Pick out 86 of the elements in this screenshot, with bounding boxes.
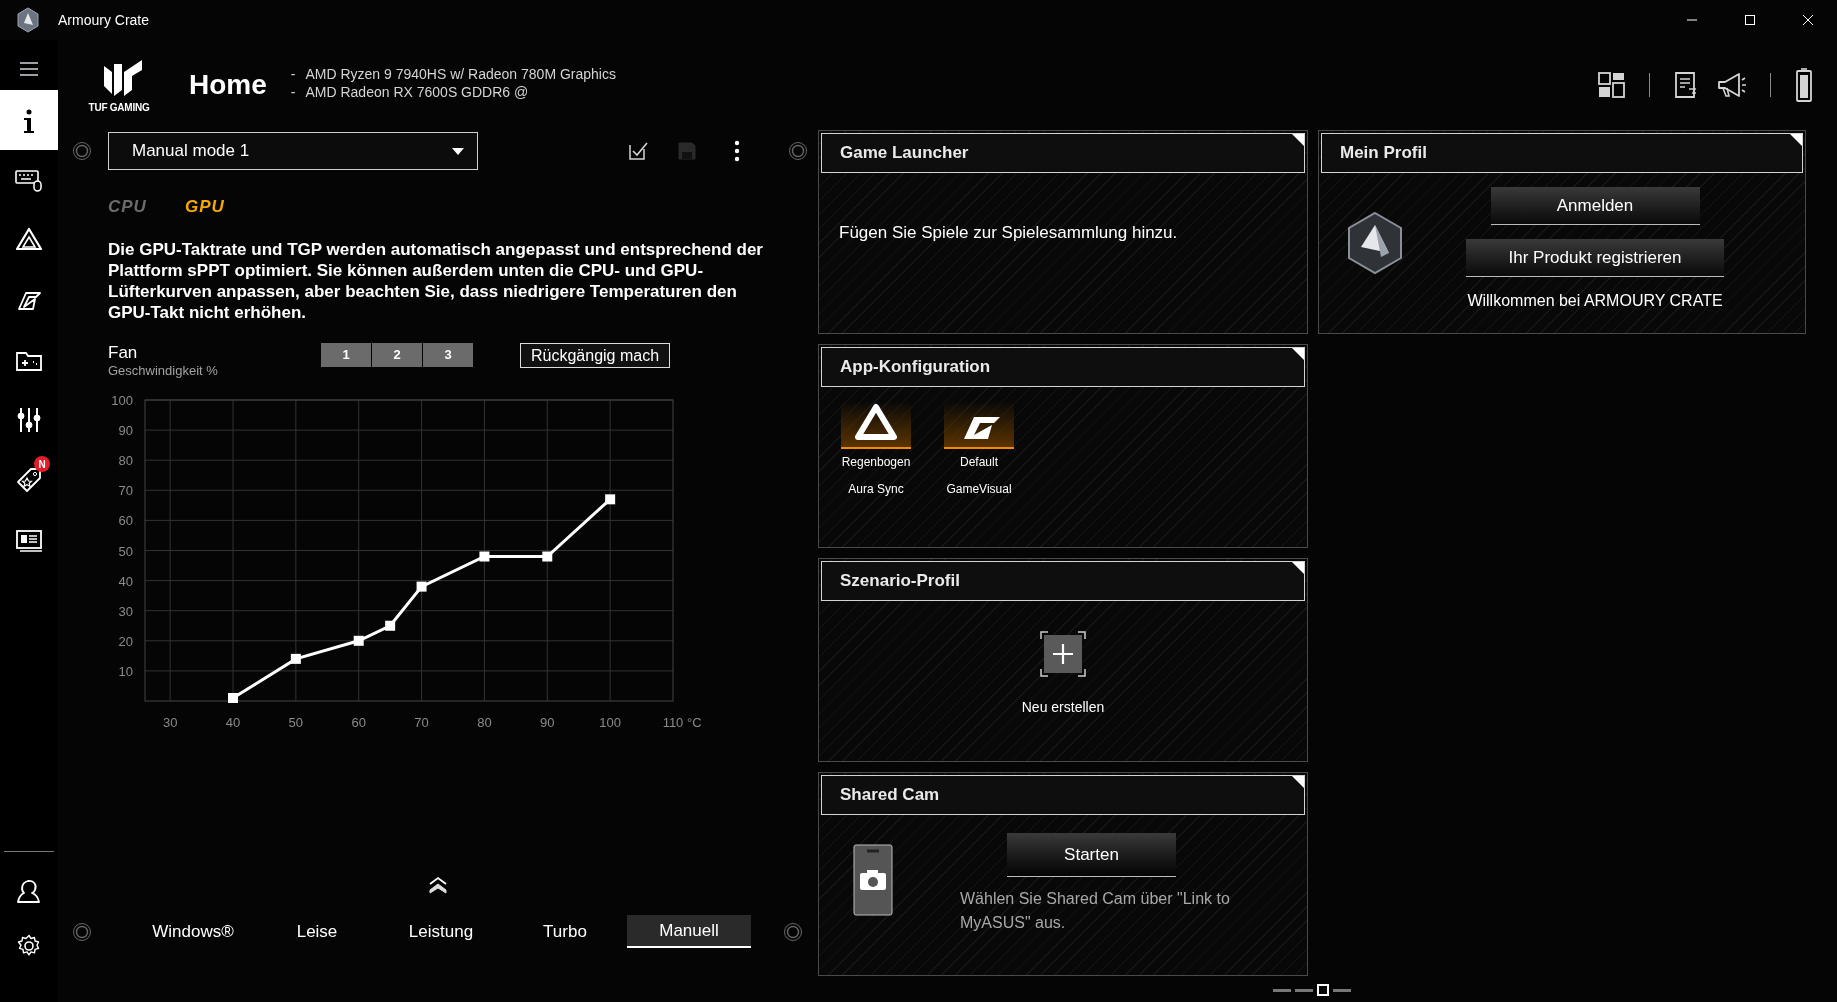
undo-button[interactable]: Rückgängig mach (520, 343, 671, 368)
info-icon[interactable] (0, 90, 58, 150)
app-name-label: GameVisual (946, 481, 1012, 498)
app-setting-label: Default (960, 454, 998, 471)
notification-badge: N (34, 456, 50, 472)
y-tick-label: 10 (118, 663, 133, 679)
x-tick-label: 100 (599, 715, 621, 730)
curve-point (290, 653, 301, 664)
profile-button[interactable]: Anmelden (1490, 187, 1700, 225)
bullet-dash: - (290, 83, 296, 101)
description-text: Die GPU-Taktrate und TGP werden automatisch angepasst und entsprechend der Plattform sPPT optimiert. Sie können außerdem unten die CPU- und GPU-Lüfterkurven anpassen, aber beachten Sie, dass niedrigere Temperaturen den GPU-Takt nicht erhöhen. (108, 239, 764, 323)
x-tick-label: 40 (225, 715, 241, 730)
y-tick-label: 20 (118, 633, 133, 649)
profile-logo-icon (1345, 211, 1405, 275)
start-button[interactable]: Starten (1007, 833, 1176, 877)
x-tick-label: 50 (288, 715, 304, 730)
welcome-text: Willkommen bei ARMOURY CRATE (1467, 291, 1723, 311)
curve-point (228, 693, 238, 703)
mode-tab[interactable]: Manuell (627, 915, 751, 948)
megaphone-icon[interactable] (1716, 70, 1748, 100)
x-tick-label: 90 (540, 715, 555, 730)
curve-point (605, 494, 616, 505)
profile-button[interactable]: Ihr Produkt registrieren (1466, 239, 1724, 277)
caret-down-icon (451, 146, 465, 156)
curve-point (353, 635, 364, 646)
chevron-up-icon[interactable] (428, 875, 448, 895)
menu-icon[interactable] (18, 60, 40, 78)
fan-title: Fan (108, 343, 139, 363)
add-icon[interactable] (1040, 631, 1086, 677)
curve-tab[interactable]: 3 (423, 343, 473, 367)
checkbox-icon[interactable] (627, 140, 649, 162)
more-options-icon[interactable] (734, 140, 740, 162)
brand-label: TUF GAMING (88, 100, 150, 115)
window-title: Armoury Crate (58, 10, 150, 30)
slash-logo-icon[interactable] (944, 401, 1014, 449)
curve-point (542, 551, 553, 562)
y-tick-label: 70 (118, 483, 133, 499)
y-tick-label: 50 (118, 543, 133, 559)
page-indicator[interactable] (1317, 984, 1329, 996)
speed-label: Geschwindigkeit % (108, 363, 219, 379)
curve-tab[interactable]: 2 (372, 343, 422, 367)
ring-icon (72, 921, 92, 942)
bullet-dash: - (290, 65, 296, 83)
x-tick-label: 80 (477, 715, 492, 730)
y-tick-label: 30 (118, 603, 133, 619)
ring-icon (788, 141, 808, 161)
x-tick-label: 110 (662, 715, 684, 730)
app-logo-icon (16, 7, 40, 33)
card-title: Szenario-Profil (840, 570, 960, 593)
mode-tab[interactable]: Leise (255, 915, 379, 948)
spec-text: AMD Radeon RX 7600S GDDR6 @ (305, 83, 529, 101)
mode-tab[interactable]: Turbo (503, 915, 627, 948)
ring-icon (783, 921, 803, 942)
curve-point (416, 581, 427, 592)
y-tick-label: 80 (118, 453, 133, 469)
mode-dropdown[interactable]: Manual mode 1 (108, 132, 478, 170)
card-title: Shared Cam (840, 784, 940, 807)
app-name-label: Aura Sync (848, 481, 904, 498)
card-title: Mein Profil (1340, 142, 1427, 165)
ring-icon (72, 141, 92, 161)
page-title: Home (189, 68, 267, 102)
curve-point (385, 620, 396, 631)
hint-text: Wählen Sie Shared Cam über "Link to MyASUS" aus. (960, 889, 1231, 933)
unit-label: °C (687, 715, 702, 730)
curve-point (479, 551, 490, 562)
phone-camera-icon (851, 842, 895, 918)
mode-tab[interactable]: Leistung (379, 915, 503, 948)
x-tick-label: 60 (351, 715, 366, 730)
card-message: Fügen Sie Spiele zur Spielesammlung hinzu. (839, 222, 1179, 244)
device-tab[interactable]: CPU (108, 194, 147, 220)
triangle-logo-icon[interactable] (841, 401, 911, 449)
spec-text: AMD Ryzen 9 7940HS w/ Radeon 780M Graphics (305, 65, 616, 83)
curve-tab[interactable]: 1 (321, 343, 371, 367)
card-title: App-Konfiguration (840, 356, 991, 379)
mode-tab[interactable]: Windows® (131, 915, 255, 948)
app-setting-label: Regenbogen (841, 454, 911, 471)
create-label: Neu erstellen (1021, 698, 1105, 717)
y-tick-label: 100 (111, 393, 133, 408)
y-tick-label: 90 (118, 423, 133, 439)
y-tick-label: 60 (118, 513, 133, 529)
y-tick-label: 40 (118, 573, 133, 589)
x-tick-label: 30 (162, 715, 178, 730)
device-tab[interactable]: GPU (184, 194, 225, 220)
x-tick-label: 70 (414, 715, 429, 730)
layout-grid-icon[interactable] (1597, 70, 1627, 100)
card-title: Game Launcher (840, 142, 969, 165)
